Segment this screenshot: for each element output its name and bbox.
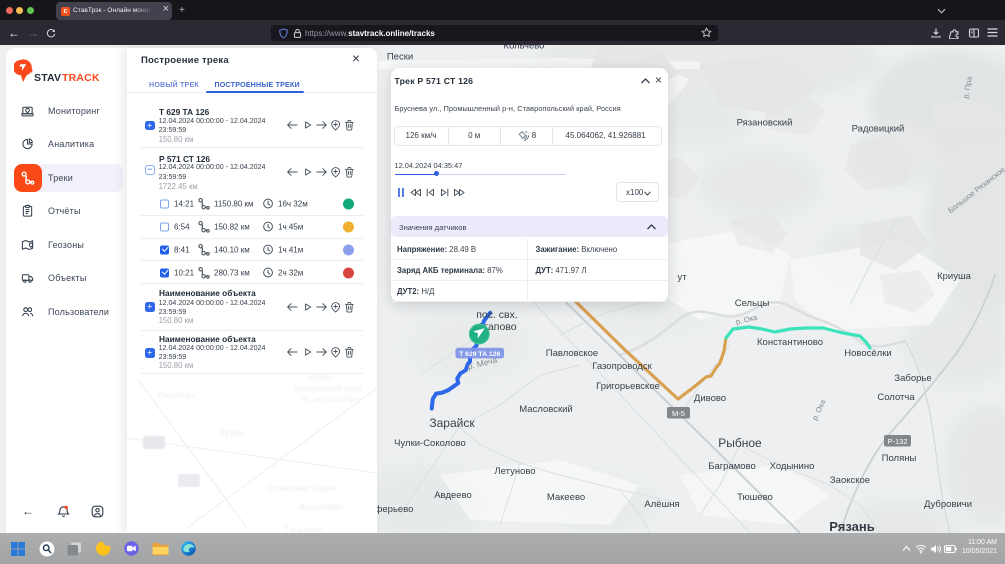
svg-text:Чулки-Соколово: Чулки-Соколово bbox=[394, 438, 466, 449]
svg-text:ферьево: ферьево bbox=[375, 504, 414, 515]
svg-text:STAV: STAV bbox=[34, 72, 61, 84]
svg-text:ут: ут bbox=[677, 272, 687, 283]
svg-text:TRACK: TRACK bbox=[62, 72, 100, 84]
svg-text:Рязановский: Рязановский bbox=[737, 118, 793, 129]
svg-text:Рыбное: Рыбное bbox=[718, 436, 762, 450]
svg-text:Баграмово: Баграмово bbox=[708, 461, 756, 472]
svg-text:Сельцы: Сельцы bbox=[735, 298, 770, 309]
svg-text:Летуново: Летуново bbox=[494, 466, 535, 477]
svg-text:Криуша: Криуша bbox=[937, 271, 971, 282]
svg-text:Григорьевское: Григорьевское bbox=[596, 381, 660, 392]
svg-text:Новосёлки: Новосёлки bbox=[844, 348, 891, 359]
svg-text:Авдеево: Авдеево bbox=[434, 490, 472, 501]
svg-text:Кольчево: Кольчево bbox=[504, 45, 545, 52]
svg-text:Дубровичи: Дубровичи bbox=[924, 499, 972, 510]
svg-text:Т 629 ТА 126: Т 629 ТА 126 bbox=[459, 351, 500, 358]
svg-text:Поляны: Поляны bbox=[882, 453, 917, 464]
svg-text:Зарайск: Зарайск bbox=[429, 416, 475, 430]
svg-text:М-5: М-5 bbox=[672, 409, 685, 418]
svg-text:Заборье: Заборье bbox=[894, 373, 931, 384]
svg-text:Ходынино: Ходынино bbox=[770, 461, 815, 472]
svg-text:Рязань: Рязань bbox=[829, 519, 874, 533]
svg-text:Заокское: Заокское bbox=[830, 475, 870, 486]
svg-text:Газопроводск: Газопроводск bbox=[592, 361, 652, 372]
svg-text:Макеево: Макеево bbox=[547, 492, 585, 503]
svg-text:Масловский: Масловский bbox=[519, 404, 572, 415]
svg-text:Павловское: Павловское bbox=[546, 348, 598, 359]
svg-text:Солотча: Солотча bbox=[877, 392, 915, 403]
svg-text:Дивово: Дивово bbox=[694, 393, 726, 404]
svg-text:Тюшево: Тюшево bbox=[737, 492, 773, 503]
svg-text:Р-132: Р-132 bbox=[887, 437, 907, 446]
svg-text:Пески: Пески bbox=[387, 52, 413, 63]
svg-text:Алёшня: Алёшня bbox=[644, 499, 679, 510]
svg-text:пос. свх.: пос. свх. bbox=[476, 309, 518, 321]
svg-text:Константиново: Константиново bbox=[757, 337, 823, 348]
svg-text:Радовицкий: Радовицкий bbox=[852, 124, 905, 135]
